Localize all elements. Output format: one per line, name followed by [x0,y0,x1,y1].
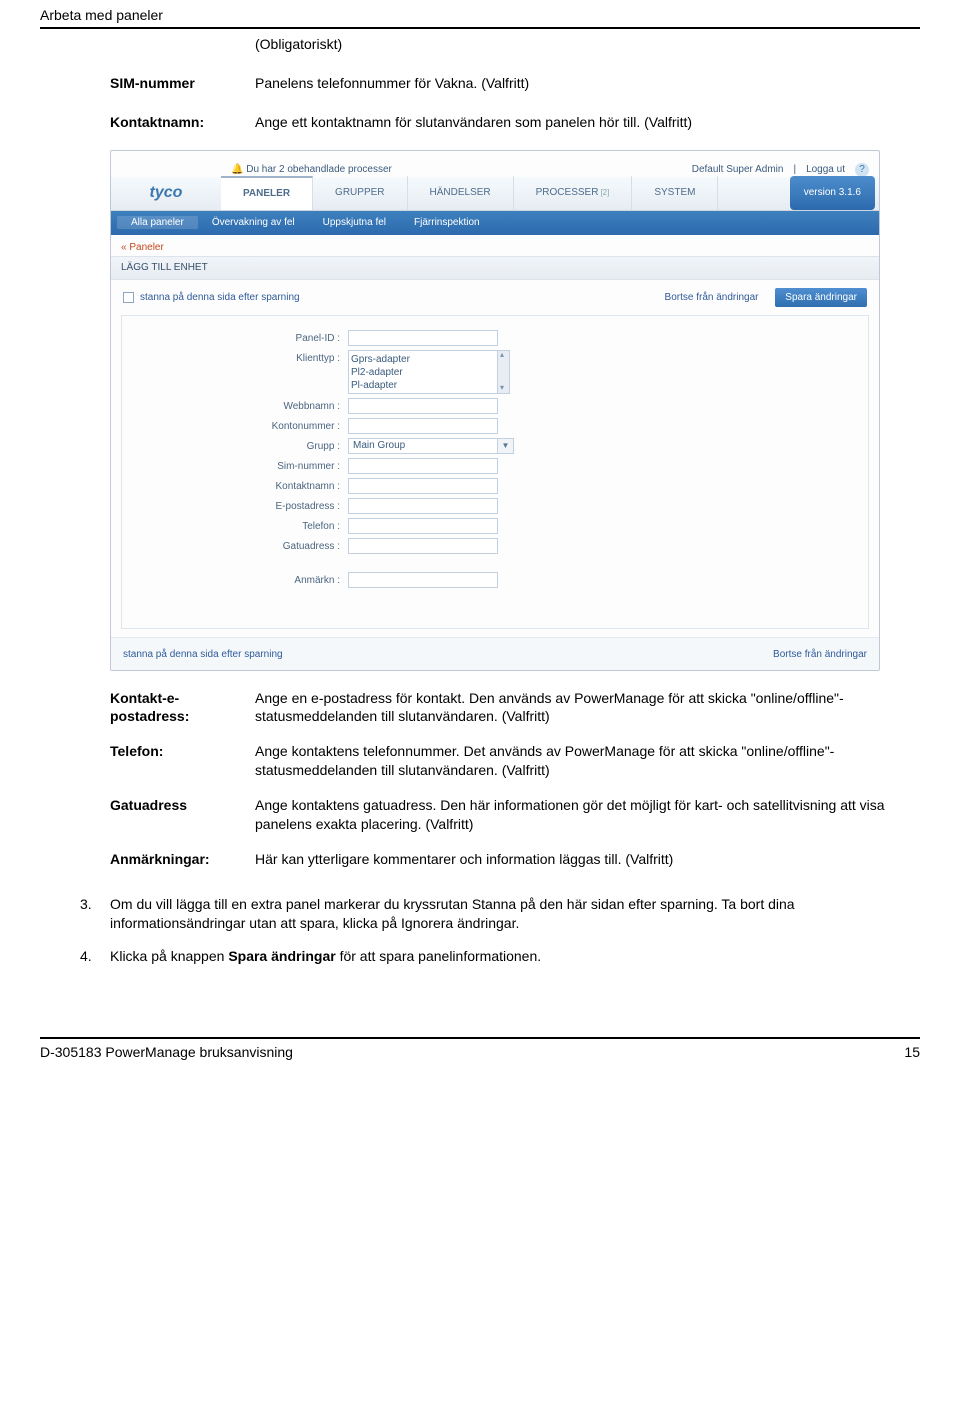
save-button[interactable]: Spara ändringar [775,288,867,308]
numbered-steps: Om du vill lägga till en extra panel mar… [80,895,920,967]
input-telefon[interactable] [348,518,498,534]
definitions-outro: Kontakt-e-postadress: Ange en e-postadre… [110,689,920,885]
tab-grupper[interactable]: GRUPPER [313,176,407,210]
tab-processer[interactable]: PROCESSER[2] [514,176,633,210]
subnav-alla-paneler[interactable]: Alla paneler [117,216,198,230]
lbl-sim: Sim-nummer : [138,458,348,474]
def-value: Panelens telefonnummer för Vakna. (Valfr… [255,70,692,109]
logout-link[interactable]: Logga ut [806,163,845,177]
def-label: Anmärkningar: [110,850,255,885]
input-kontaktnamn[interactable] [348,478,498,494]
input-panel-id[interactable] [348,330,498,346]
def-label: Kontakt-e-postadress: [110,689,255,743]
discard-link[interactable]: Bortse från ändringar [665,292,759,303]
lbl-klienttyp: Klienttyp : [138,350,348,366]
lbl-anmarkn: Anmärkn : [138,572,348,588]
tab-system[interactable]: SYSTEM [632,176,718,210]
help-icon[interactable]: ? [855,163,869,177]
sub-nav: Alla paneler Övervakning av fel Uppskjut… [111,211,879,235]
page-footer: D-305183 PowerManage bruksanvisning 15 [40,1037,920,1062]
current-user: Default Super Admin [692,163,784,177]
def-value: Ange kontaktens gatuadress. Den här info… [255,796,920,850]
lbl-panel-id: Panel-ID : [138,330,348,346]
stay-checkbox[interactable] [123,292,134,303]
input-epost[interactable] [348,498,498,514]
main-tabs: PANELER GRUPPER HÄNDELSER PROCESSER[2] S… [221,176,790,210]
lbl-gatuadress: Gatuadress : [138,538,348,554]
footer-discard-link[interactable]: Bortse från ändringar [773,648,867,662]
app-screenshot: 🔔 Du har 2 obehandlade processer Default… [110,150,880,671]
def-value: Ange en e-postadress för kontakt. Den an… [255,689,920,743]
input-kontonummer[interactable] [348,418,498,434]
def-value: (Obligatoriskt) [255,35,692,70]
notification-banner[interactable]: 🔔 Du har 2 obehandlade processer [231,163,392,177]
section-title: LÄGG TILL ENHET [111,256,879,280]
def-label: Kontaktnamn: [110,109,255,148]
lbl-kontaktnamn: Kontaktnamn : [138,478,348,494]
stay-label: stanna på denna sida efter sparning [140,291,300,305]
step-4: Klicka på knappen Spara ändringar för at… [80,947,920,966]
input-sim[interactable] [348,458,498,474]
def-label: Telefon: [110,742,255,796]
lbl-telefon: Telefon : [138,518,348,534]
footer-doc-title: D-305183 PowerManage bruksanvisning [40,1043,293,1062]
definitions-intro: (Obligatoriskt) SIM-nummer Panelens tele… [110,35,692,148]
def-value: Här kan ytterligare kommentarer och info… [255,850,920,885]
version-badge: version 3.1.6 [790,176,875,210]
lbl-grupp: Grupp : [138,438,348,454]
subnav-overvakning[interactable]: Övervakning av fel [198,216,309,230]
select-klienttyp[interactable]: Gprs-adapter Pl2-adapter Pl-adapter [348,350,498,394]
tab-handelser[interactable]: HÄNDELSER [408,176,514,210]
def-label [110,35,255,70]
breadcrumb[interactable]: « Paneler [111,235,879,257]
chevron-down-icon[interactable]: ▼ [498,438,514,454]
def-value: Ange ett kontaktnamn för slutanvändaren … [255,109,692,148]
brand-logo: tyco [111,182,221,204]
input-gatuadress[interactable] [348,538,498,554]
footer-stay-label[interactable]: stanna på denna sida efter sparning [123,648,283,662]
footer-page-number: 15 [904,1043,920,1062]
lbl-epost: E-postadress : [138,498,348,514]
select-grupp[interactable]: Main Group [348,438,498,454]
page-header: Arbeta med paneler [40,6,920,29]
def-label: Gatuadress [110,796,255,850]
subnav-uppskjutna[interactable]: Uppskjutna fel [309,216,400,230]
lbl-webbnamn: Webbnamn : [138,398,348,414]
input-webbnamn[interactable] [348,398,498,414]
def-value: Ange kontaktens telefonnummer. Det använ… [255,742,920,796]
form-box: Panel-ID : Klienttyp : Gprs-adapter Pl2-… [121,315,869,629]
def-label: SIM-nummer [110,70,255,109]
scrollbar-icon[interactable] [498,350,510,394]
tab-paneler[interactable]: PANELER [221,176,313,210]
subnav-fjarrinspektion[interactable]: Fjärrinspektion [400,216,494,230]
step-3: Om du vill lägga till en extra panel mar… [80,895,920,934]
lbl-kontonummer: Kontonummer : [138,418,348,434]
input-anmarkn[interactable] [348,572,498,588]
